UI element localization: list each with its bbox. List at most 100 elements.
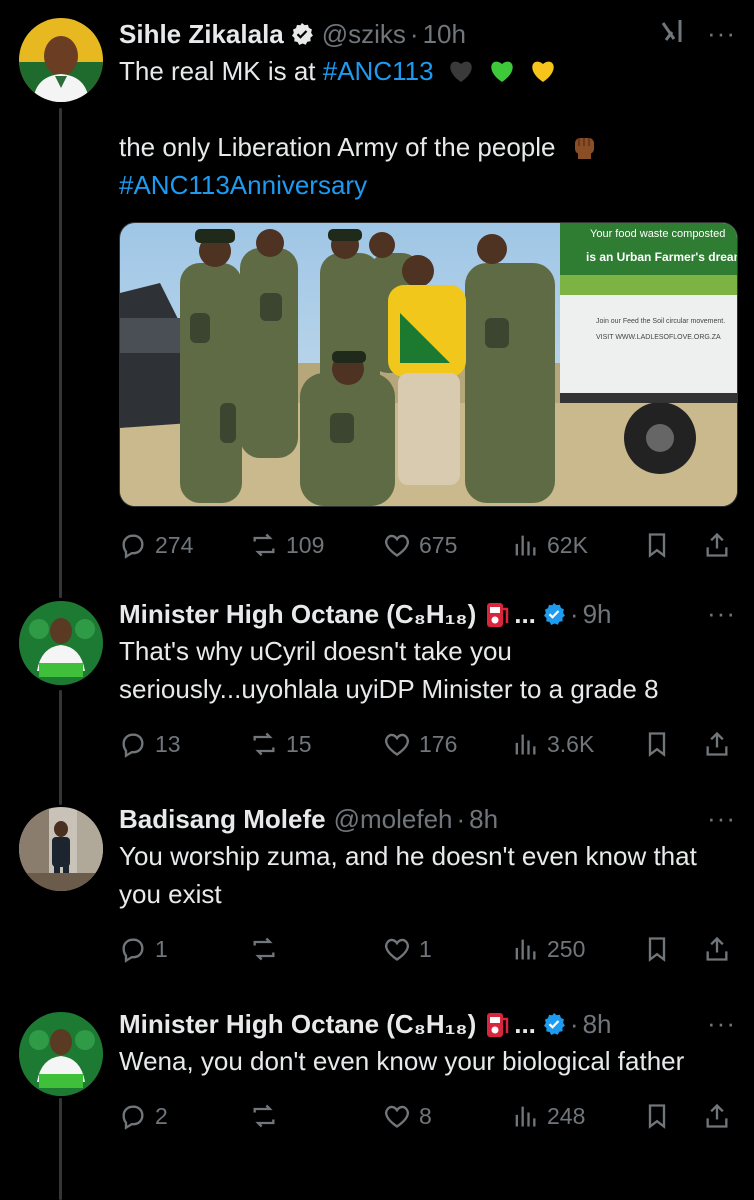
truck-sign-line2: is an Urban Farmer's dream. bbox=[586, 250, 737, 264]
bookmark-button[interactable] bbox=[643, 929, 679, 969]
bookmark-icon bbox=[648, 937, 666, 962]
verified-badge-icon bbox=[291, 23, 313, 45]
author-handle[interactable]: @sziks bbox=[322, 19, 406, 50]
repost-icon bbox=[253, 732, 275, 756]
views-count: 248 bbox=[547, 1102, 586, 1129]
avatar[interactable] bbox=[19, 18, 103, 102]
reply-icon bbox=[122, 938, 144, 963]
more-options-icon[interactable]: ··· bbox=[707, 598, 736, 629]
reply-button[interactable]: 2 bbox=[119, 1096, 168, 1136]
bookmark-icon bbox=[648, 533, 666, 558]
like-button[interactable]: 1 bbox=[383, 929, 432, 969]
bookmark-icon bbox=[648, 732, 666, 757]
tweet-text-2: the only Liberation Army of the people #… bbox=[119, 128, 736, 204]
views-count: 62K bbox=[547, 531, 588, 558]
separator-dot: · bbox=[569, 598, 579, 629]
views-button[interactable]: 3.6K bbox=[511, 724, 594, 764]
views-icon bbox=[515, 535, 536, 556]
reply-icon bbox=[122, 1105, 144, 1130]
reply-count: 13 bbox=[155, 730, 181, 757]
reply-icon bbox=[122, 733, 144, 758]
views-icon bbox=[515, 939, 536, 960]
repost-icon bbox=[253, 937, 275, 961]
views-icon bbox=[515, 1106, 536, 1127]
hashtag-link[interactable]: #ANC113 bbox=[323, 56, 434, 86]
timestamp[interactable]: 9h bbox=[583, 599, 612, 630]
reply-button[interactable]: 1 bbox=[119, 929, 168, 969]
grok-icon[interactable] bbox=[658, 16, 688, 46]
views-button[interactable]: 62K bbox=[511, 525, 588, 565]
views-button[interactable]: 250 bbox=[511, 929, 585, 969]
timestamp[interactable]: 8h bbox=[469, 804, 498, 835]
share-button[interactable] bbox=[703, 724, 739, 764]
tweet-photo[interactable]: Your food waste composted is an Urban Fa… bbox=[119, 222, 738, 507]
bookmark-icon bbox=[648, 1104, 666, 1129]
bookmark-button[interactable] bbox=[643, 724, 679, 764]
repost-count: 15 bbox=[286, 730, 312, 757]
reply-icon bbox=[122, 534, 144, 559]
heart-icon bbox=[385, 1105, 409, 1128]
name-ellipsis: ... bbox=[514, 1008, 536, 1039]
raised-fist-icon bbox=[574, 138, 594, 159]
tweet[interactable]: Minister High Octane (C₈H₁₈) ... · 8h ··… bbox=[119, 1006, 736, 1136]
repost-button[interactable]: 15 bbox=[250, 724, 312, 764]
like-button[interactable]: 675 bbox=[383, 525, 457, 565]
tweet-text: The real MK is at #ANC113 bbox=[119, 52, 736, 90]
views-button[interactable]: 248 bbox=[511, 1096, 585, 1136]
tweet[interactable]: Minister High Octane (C₈H₁₈) ... · 9h ··… bbox=[119, 596, 736, 764]
bookmark-button[interactable] bbox=[643, 1096, 679, 1136]
views-count: 250 bbox=[547, 935, 586, 962]
thread-line bbox=[59, 108, 62, 598]
share-button[interactable] bbox=[703, 1096, 739, 1136]
truck-sign-line4: VISIT WWW.LADLESOFLOVE.ORG.ZA bbox=[596, 334, 721, 341]
views-icon bbox=[515, 734, 536, 755]
bookmark-button[interactable] bbox=[643, 525, 679, 565]
truck-sign-line3: Join our Feed the Soil circular movement… bbox=[596, 318, 725, 325]
author-handle[interactable]: @molefeh bbox=[334, 804, 453, 835]
share-button[interactable] bbox=[703, 929, 739, 969]
reply-button[interactable]: 274 bbox=[119, 525, 193, 565]
fuel-pump-icon bbox=[487, 1013, 509, 1037]
repost-count: 109 bbox=[286, 531, 325, 558]
like-count: 1 bbox=[419, 935, 432, 962]
share-button[interactable] bbox=[703, 525, 739, 565]
tweet[interactable]: Sihle Zikalala @sziks · 10h ··· The real… bbox=[119, 16, 739, 565]
timestamp[interactable]: 8h bbox=[583, 1009, 612, 1040]
separator-dot: · bbox=[569, 1008, 579, 1039]
reply-count: 274 bbox=[155, 531, 194, 558]
separator-dot: · bbox=[409, 18, 419, 49]
fuel-pump-icon bbox=[487, 603, 509, 627]
heart-icon bbox=[385, 733, 409, 756]
truck-sign-line1: Your food waste composted bbox=[590, 228, 725, 240]
avatar[interactable] bbox=[19, 1012, 103, 1096]
author-name[interactable]: Minister High Octane (C₈H₁₈) bbox=[119, 1009, 476, 1040]
repost-button[interactable] bbox=[250, 929, 286, 969]
more-options-icon[interactable]: ··· bbox=[707, 1008, 736, 1039]
avatar[interactable] bbox=[19, 601, 103, 685]
verified-badge-icon bbox=[543, 603, 565, 625]
tweet-text: You worship zuma, and he doesn't even kn… bbox=[119, 841, 697, 909]
tweet[interactable]: Badisang Molefe @molefeh · 8h ··· You wo… bbox=[119, 801, 736, 969]
like-count: 176 bbox=[419, 730, 458, 757]
author-name[interactable]: Sihle Zikalala bbox=[119, 19, 284, 50]
author-name[interactable]: Minister High Octane (C₈H₁₈) bbox=[119, 599, 476, 630]
more-options-icon[interactable]: ··· bbox=[707, 803, 736, 834]
repost-button[interactable] bbox=[250, 1096, 286, 1136]
yellow-heart-icon bbox=[532, 61, 554, 82]
like-button[interactable]: 8 bbox=[383, 1096, 432, 1136]
share-icon bbox=[706, 1103, 728, 1128]
more-options-icon[interactable]: ··· bbox=[707, 18, 736, 49]
avatar[interactable] bbox=[19, 807, 103, 891]
like-button[interactable]: 176 bbox=[383, 724, 457, 764]
green-heart-icon bbox=[491, 61, 513, 82]
verified-badge-icon bbox=[543, 1013, 565, 1035]
timestamp[interactable]: 10h bbox=[423, 19, 466, 50]
hashtag-link[interactable]: #ANC113Anniversary bbox=[119, 170, 367, 200]
repost-button[interactable]: 109 bbox=[250, 525, 324, 565]
share-icon bbox=[706, 532, 728, 557]
author-name[interactable]: Badisang Molefe bbox=[119, 804, 326, 835]
reply-button[interactable]: 13 bbox=[119, 724, 181, 764]
reply-count: 2 bbox=[155, 1102, 168, 1129]
like-count: 675 bbox=[419, 531, 458, 558]
share-icon bbox=[706, 731, 728, 756]
